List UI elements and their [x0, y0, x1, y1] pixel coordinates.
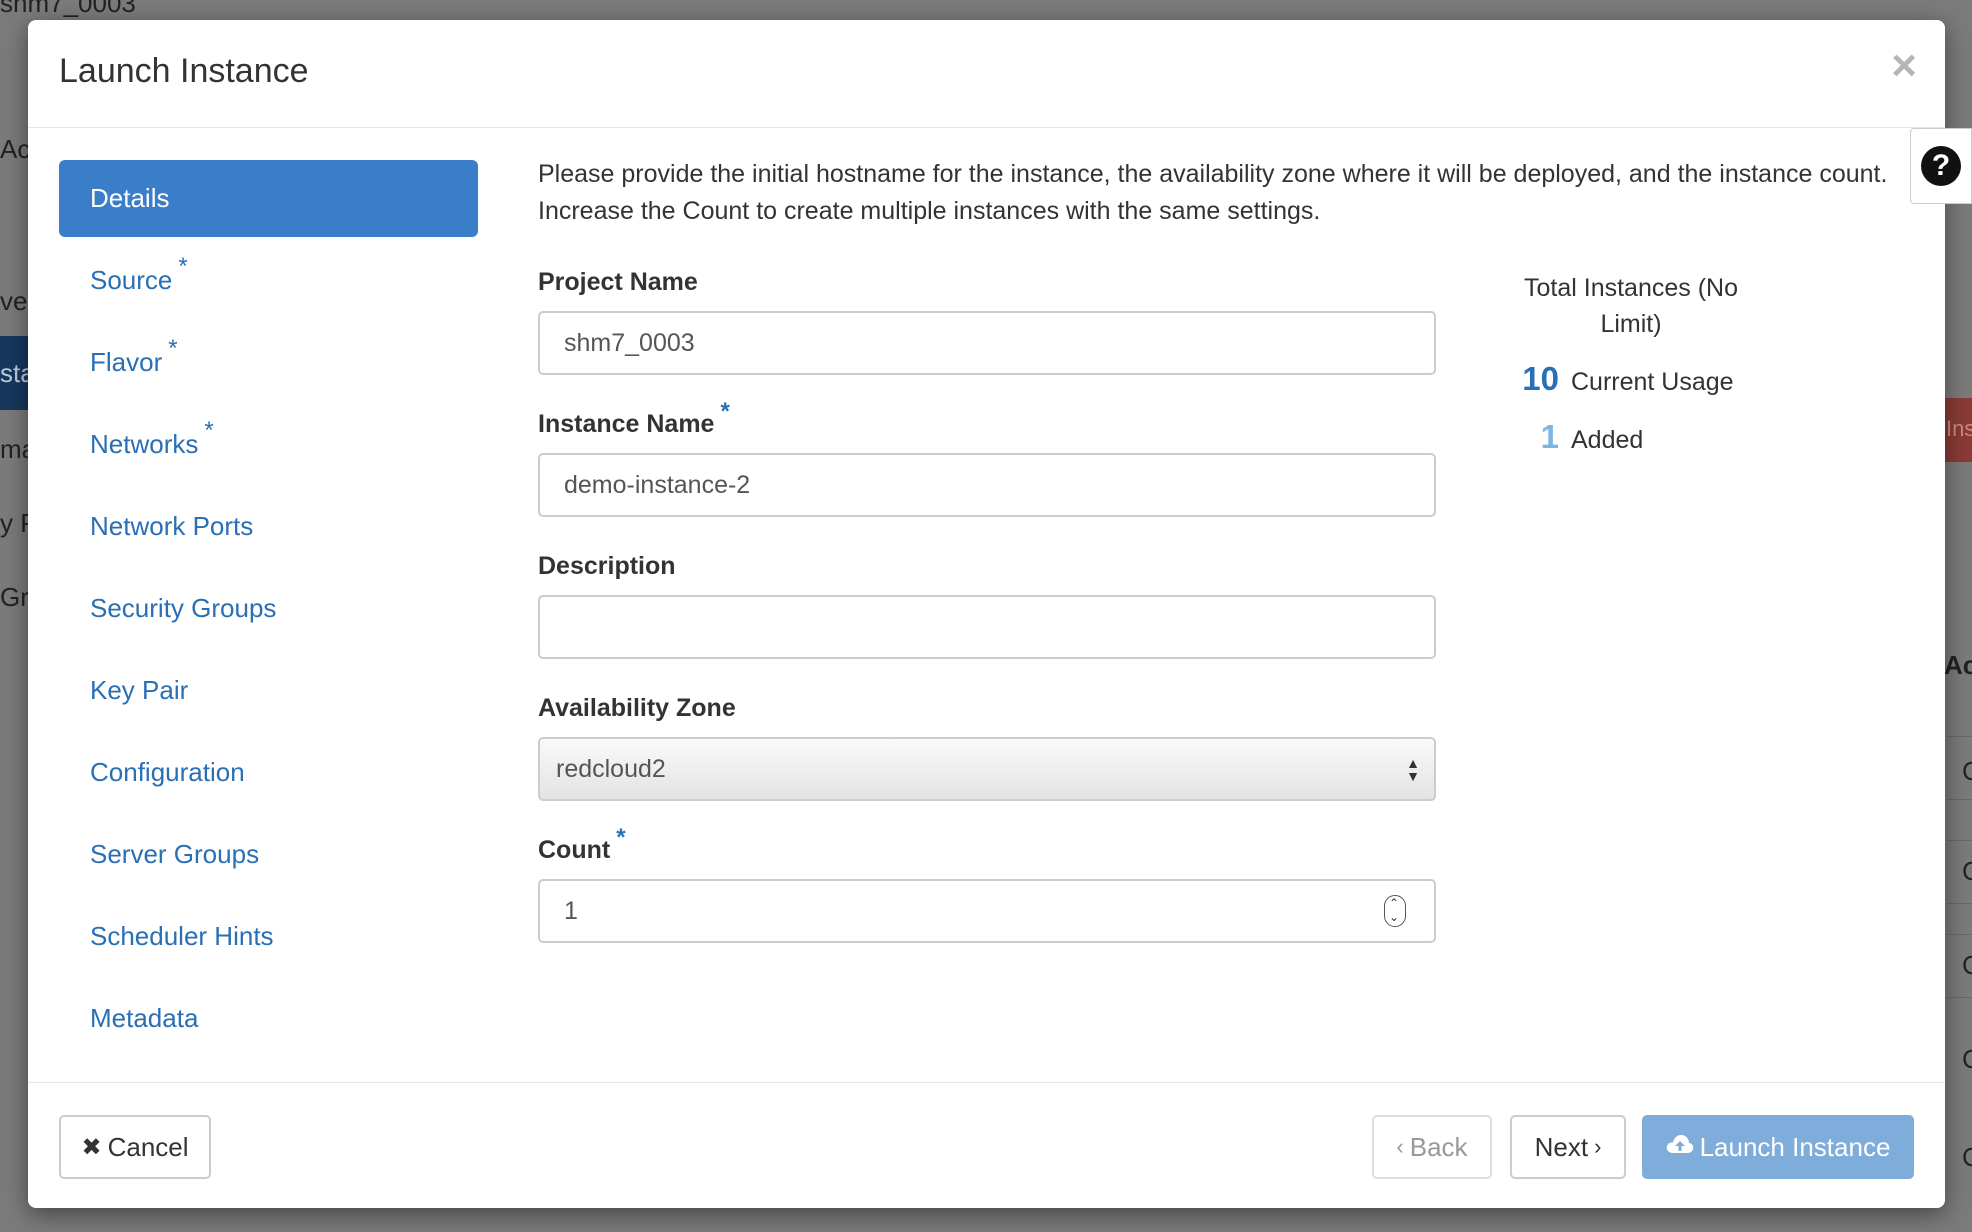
- bg-fragment: C: [1962, 856, 1972, 886]
- close-icon[interactable]: ×: [1891, 44, 1917, 88]
- next-label: Next: [1534, 1131, 1589, 1162]
- bg-fragment: Ins: [1946, 416, 1972, 441]
- bg-fragment: C: [1962, 1142, 1972, 1172]
- cloud-upload-icon: [1666, 1133, 1694, 1162]
- description-label: Description: [538, 552, 676, 580]
- project-name-label: Project Name: [538, 268, 698, 296]
- project-name-value: shm7_0003: [564, 328, 695, 357]
- nav-item-label: Details: [90, 183, 170, 213]
- nav-item-networks[interactable]: Networks *: [59, 406, 478, 483]
- nav-item-label: Key Pair: [90, 675, 189, 705]
- current-usage-label: Current Usage: [1571, 368, 1734, 396]
- availability-zone-value: redcloud2: [556, 754, 666, 783]
- count-value: 1: [564, 896, 578, 925]
- quota-added: 1 Added: [1511, 418, 1811, 456]
- nav-item-label: Metadata: [90, 1003, 199, 1033]
- availability-zone-label: Availability Zone: [538, 694, 736, 722]
- details-form: Project Name shm7_0003 Instance Name * de…: [538, 268, 1436, 978]
- nav-item-network-ports[interactable]: Network Ports: [59, 488, 478, 565]
- chevron-right-icon: ›: [1594, 1134, 1602, 1159]
- instance-name-field[interactable]: demo-instance-2: [538, 453, 1436, 517]
- details-pane: Please provide the initial hostname for …: [538, 156, 1918, 943]
- description-field[interactable]: [538, 595, 1436, 659]
- modal-footer: ✖ Cancel ‹ Back Next › Launch Instance: [28, 1082, 1945, 1208]
- cancel-button[interactable]: ✖ Cancel: [59, 1115, 211, 1179]
- required-marker: *: [720, 398, 730, 425]
- instance-quota: Total Instances (No Limit) 10 Current Us…: [1511, 270, 1811, 456]
- required-marker: *: [168, 335, 178, 362]
- bg-fragment: C: [1962, 1044, 1972, 1074]
- nav-item-label: Flavor: [90, 347, 163, 377]
- select-arrows-icon: ▲ ▼: [1406, 755, 1420, 784]
- next-button[interactable]: Next ›: [1510, 1115, 1626, 1179]
- nav-item-label: Source: [90, 265, 173, 295]
- nav-item-configuration[interactable]: Configuration: [59, 734, 478, 811]
- bg-page-title: shm7_0003: [0, 0, 136, 18]
- nav-item-label: Configuration: [90, 757, 245, 787]
- instance-name-value: demo-instance-2: [564, 470, 751, 499]
- nav-item-key-pair[interactable]: Key Pair: [59, 652, 478, 729]
- help-button[interactable]: ?: [1910, 128, 1972, 204]
- added-label: Added: [1571, 426, 1644, 454]
- required-marker: *: [178, 253, 188, 280]
- nav-item-label: Networks: [90, 429, 199, 459]
- spinner-icon[interactable]: ⌃ ⌄: [1384, 895, 1406, 927]
- chevron-left-icon: ‹: [1396, 1134, 1404, 1159]
- nav-item-metadata[interactable]: Metadata: [59, 980, 478, 1057]
- bg-fragment: C: [1962, 756, 1972, 786]
- back-label: Back: [1409, 1131, 1468, 1162]
- nav-item-security-groups[interactable]: Security Groups: [59, 570, 478, 647]
- current-usage-count: 10: [1522, 360, 1559, 397]
- count-stepper[interactable]: 1 ⌃ ⌄: [538, 879, 1436, 943]
- required-marker: *: [204, 417, 214, 444]
- bg-fragment: Ac: [1944, 650, 1972, 680]
- bg-fragment: C: [1962, 950, 1972, 980]
- wizard-nav: Details Source * Flavor * Networks * Networ…: [59, 160, 478, 1062]
- nav-item-details[interactable]: Details: [59, 160, 478, 237]
- close-icon: ✖: [81, 1133, 102, 1161]
- launch-label: Launch Instance: [1699, 1131, 1891, 1162]
- added-count: 1: [1540, 418, 1559, 455]
- modal-title: Launch Instance: [59, 52, 309, 90]
- nav-item-label: Scheduler Hints: [90, 921, 274, 951]
- nav-item-server-groups[interactable]: Server Groups: [59, 816, 478, 893]
- cancel-label: Cancel: [107, 1131, 189, 1162]
- launch-instance-button[interactable]: Launch Instance: [1642, 1115, 1914, 1179]
- project-name-field[interactable]: shm7_0003: [538, 311, 1436, 375]
- count-label: Count *: [538, 824, 626, 864]
- quota-title: Total Instances (No Limit): [1524, 274, 1738, 338]
- modal-header: Launch Instance ×: [28, 20, 1945, 128]
- nav-item-source[interactable]: Source *: [59, 242, 478, 319]
- nav-item-scheduler-hints[interactable]: Scheduler Hints: [59, 898, 478, 975]
- nav-item-flavor[interactable]: Flavor *: [59, 324, 478, 401]
- required-marker: *: [616, 824, 626, 851]
- back-button[interactable]: ‹ Back: [1372, 1115, 1492, 1179]
- nav-item-label: Server Groups: [90, 839, 260, 869]
- help-icon: ?: [1921, 146, 1961, 186]
- instance-name-label: Instance Name *: [538, 398, 730, 438]
- intro-text: Please provide the initial hostname for …: [538, 160, 1888, 225]
- nav-item-label: Security Groups: [90, 593, 277, 623]
- availability-zone-select[interactable]: redcloud2 ▲ ▼: [538, 737, 1436, 801]
- nav-item-label: Network Ports: [90, 511, 254, 541]
- quota-current-usage: 10 Current Usage: [1511, 360, 1811, 398]
- launch-instance-modal: Launch Instance × ? Details Source * Flav…: [28, 20, 1972, 1208]
